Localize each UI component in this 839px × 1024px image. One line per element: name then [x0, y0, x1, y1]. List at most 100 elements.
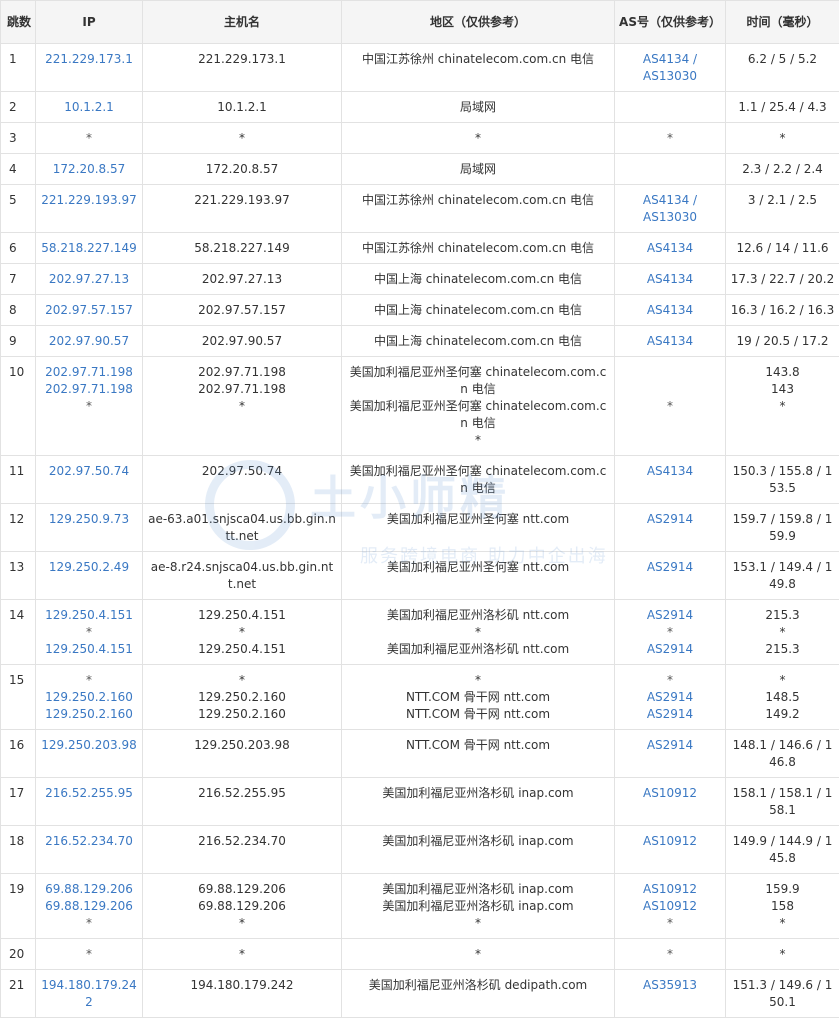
as-link[interactable]: AS4134 / [619, 51, 721, 68]
area-cell: 中国江苏徐州 chinatelecom.com.cn 电信 [341, 184, 615, 233]
as-link[interactable]: AS2914 [619, 607, 721, 624]
as-link: * [667, 916, 673, 930]
hop-number: 17 [0, 777, 36, 826]
ip-link[interactable]: 202.97.57.157 [40, 302, 138, 319]
latency: 143 [771, 382, 794, 396]
as-link[interactable]: AS10912 [619, 785, 721, 802]
host-cell: 172.20.8.57 [142, 153, 342, 185]
as-link[interactable]: AS13030 [619, 68, 721, 85]
region: 美国加利福尼亚州圣何塞 chinatelecom.com.cn 电信 [349, 399, 607, 430]
ip-link[interactable]: 129.250.203.98 [40, 737, 138, 754]
ip-link[interactable]: 129.250.2.160 [40, 689, 138, 706]
ip-link[interactable]: 69.88.129.206 [40, 898, 138, 915]
as-link: * [667, 399, 673, 413]
as-link[interactable]: AS35913 [619, 977, 721, 994]
as-link[interactable]: AS4134 [619, 271, 721, 288]
region: * [475, 433, 481, 447]
as-link[interactable]: AS2914 [619, 641, 721, 658]
as-cell: AS4134 [614, 455, 726, 504]
ip-cell: * [35, 938, 143, 970]
hostname: * [239, 131, 245, 145]
ip-cell: 202.97.50.74 [35, 455, 143, 504]
latency: 159.7 / 159.8 / 159.9 [732, 512, 833, 543]
as-cell: * [614, 122, 726, 154]
hostname: * [239, 947, 245, 961]
ip-link[interactable]: 202.97.27.13 [40, 271, 138, 288]
as-cell: AS4134 [614, 325, 726, 357]
as-link[interactable]: AS10912 [619, 833, 721, 850]
as-link[interactable]: AS4134 [619, 463, 721, 480]
hostname: 202.97.71.198 [198, 382, 286, 396]
as-link[interactable]: AS2914 [619, 559, 721, 576]
ip-link[interactable]: 216.52.255.95 [40, 785, 138, 802]
hostname: 172.20.8.57 [205, 162, 279, 176]
table-row: 14 129.250.4.151 * 129.250.4.151 129.250.4.1… [0, 599, 839, 665]
ip-link[interactable]: 69.88.129.206 [40, 881, 138, 898]
as-cell: * [614, 356, 726, 456]
ip-link[interactable]: 58.218.227.149 [40, 240, 138, 257]
as-link: * [667, 947, 673, 961]
ip-cell: 129.250.9.73 [35, 503, 143, 552]
ip-cell: 221.229.173.1 [35, 43, 143, 92]
ip-cell: 202.97.71.198 202.97.71.198 * [35, 356, 143, 456]
table-row: 1 221.229.173.1 221.229.173.1 中国江苏徐州 chinat… [0, 43, 839, 92]
ip-link[interactable]: 202.97.71.198 [40, 364, 138, 381]
area-cell: NTT.COM 骨干网 ntt.com [341, 729, 615, 778]
hostname: 129.250.2.160 [198, 707, 286, 721]
ip-link[interactable]: 202.97.71.198 [40, 381, 138, 398]
ip-link[interactable]: 216.52.234.70 [40, 833, 138, 850]
time-cell: * 148.5 149.2 [725, 664, 839, 730]
as-link[interactable]: AS2914 [619, 706, 721, 723]
ip-link: * [86, 916, 92, 930]
host-cell: 194.180.179.242 [142, 969, 342, 1018]
ip-link[interactable]: 194.180.179.242 [40, 977, 138, 1011]
ip-link[interactable]: 10.1.2.1 [40, 99, 138, 116]
latency: 151.3 / 149.6 / 150.1 [732, 978, 833, 1009]
as-link[interactable]: AS4134 [619, 333, 721, 350]
area-cell: 中国江苏徐州 chinatelecom.com.cn 电信 [341, 43, 615, 92]
host-cell: 202.97.27.13 [142, 263, 342, 295]
ip-link[interactable]: 129.250.2.49 [40, 559, 138, 576]
region: * [475, 947, 481, 961]
ip-link[interactable]: 221.229.173.1 [40, 51, 138, 68]
ip-link[interactable]: 129.250.4.151 [40, 641, 138, 658]
region: 美国加利福尼亚州洛杉矶 ntt.com [386, 642, 570, 656]
as-link[interactable]: AS2914 [619, 511, 721, 528]
as-link[interactable]: AS4134 [619, 302, 721, 319]
ip-link[interactable]: 221.229.193.97 [40, 192, 138, 209]
ip-link: * [86, 625, 92, 639]
latency: 143.8 [765, 365, 800, 379]
latency: 12.6 / 14 / 11.6 [736, 241, 829, 255]
ip-cell: 129.250.4.151 * 129.250.4.151 [35, 599, 143, 665]
hop-number: 14 [0, 599, 36, 665]
time-cell: 148.1 / 146.6 / 146.8 [725, 729, 839, 778]
as-cell: AS2914 [614, 551, 726, 600]
as-link[interactable]: AS4134 [619, 240, 721, 257]
latency: 215.3 [765, 608, 800, 622]
ip-link[interactable]: 129.250.9.73 [40, 511, 138, 528]
as-link[interactable]: AS13030 [619, 209, 721, 226]
ip-cell: * 129.250.2.160 129.250.2.160 [35, 664, 143, 730]
as-link[interactable]: AS4134 / [619, 192, 721, 209]
as-link[interactable]: AS10912 [619, 898, 721, 915]
ip-link[interactable]: 202.97.50.74 [40, 463, 138, 480]
as-link[interactable]: AS2914 [619, 737, 721, 754]
area-cell: 美国加利福尼亚州洛杉矶 inap.com 美国加利福尼亚州洛杉矶 inap.com… [341, 873, 615, 939]
host-cell: 202.97.57.157 [142, 294, 342, 326]
hostname: 221.229.173.1 [198, 52, 286, 66]
ip-link[interactable]: 202.97.90.57 [40, 333, 138, 350]
as-link[interactable]: AS2914 [619, 689, 721, 706]
latency: 19 / 20.5 / 17.2 [736, 334, 829, 348]
ip-link[interactable]: 129.250.2.160 [40, 706, 138, 723]
region: 美国加利福尼亚州圣何塞 ntt.com [386, 560, 570, 574]
ip-cell: 202.97.27.13 [35, 263, 143, 295]
ip-link[interactable]: 129.250.4.151 [40, 607, 138, 624]
as-link[interactable]: AS10912 [619, 881, 721, 898]
ip-cell: 172.20.8.57 [35, 153, 143, 185]
hop-number: 1 [0, 43, 36, 92]
region: 美国加利福尼亚州圣何塞 ntt.com [386, 512, 570, 526]
region: 中国上海 chinatelecom.com.cn 电信 [373, 303, 583, 317]
host-cell: ae-63.a01.snjsca04.us.bb.gin.ntt.net [142, 503, 342, 552]
ip-link[interactable]: 172.20.8.57 [40, 161, 138, 178]
area-cell: 美国加利福尼亚州圣何塞 chinatelecom.com.cn 电信 美国加利福尼… [341, 356, 615, 456]
